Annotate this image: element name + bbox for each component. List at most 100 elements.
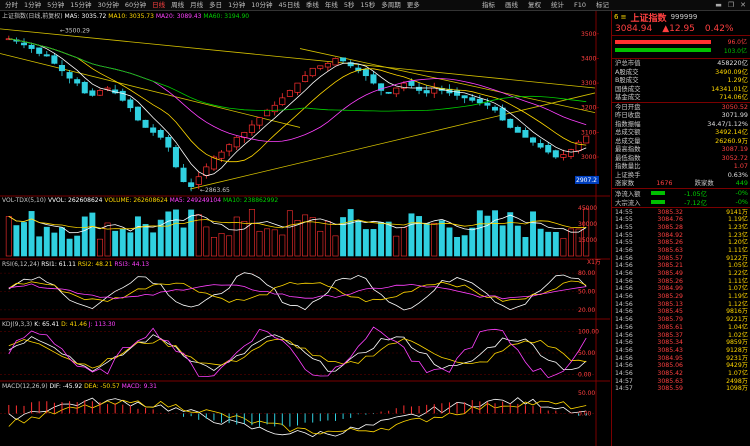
ma5-line [8,38,587,177]
ma-labels: MA5: 3035.72 MA10: 3035.73 MA20: 3089.43… [65,13,250,20]
menu-item[interactable]: F10 [569,0,591,10]
candle-body [461,95,468,99]
quote-panel: 6 ≡ 上证指数 999999 3084.94 ▲12.95 0.42% 96.… [611,11,750,446]
tick-price: 3085.43 [657,346,683,354]
period-tab[interactable]: 15秒 [357,0,378,10]
restore-icon[interactable]: ❐ [728,0,734,10]
menu-item[interactable]: 统计 [546,0,569,10]
period-tab[interactable]: 5秒 [341,0,358,10]
osc-axis-label: 50.00 [578,350,595,357]
volume-bar [127,232,134,257]
tick-volume: 1.19亿 [728,216,748,224]
candle-body [36,47,43,54]
candle-body [104,87,111,90]
volume-bar [13,225,20,257]
candle-body [423,90,430,94]
close-icon[interactable]: ✕ [740,0,746,10]
period-tab[interactable]: 多日 [206,0,225,10]
tick-time: 14:57 [615,385,633,393]
stat-label: 最高指数 [615,145,641,153]
period-tab[interactable]: 1分钟 [21,0,44,10]
period-tab[interactable]: 30分钟 [95,0,122,10]
period-tab[interactable]: 10分钟 [248,0,275,10]
tick-time: 14:56 [615,246,633,254]
volume-bar [347,209,354,257]
candle-body [484,102,491,106]
candle-body [530,137,537,143]
price-change: ▲12.95 [662,24,695,34]
menu-item[interactable]: 指标 [477,0,500,10]
tick-volume: 1.22亿 [728,270,748,277]
stat-value: 3490.09亿 [715,67,748,76]
menu-item[interactable]: 复权 [523,0,546,10]
period-tab[interactable]: 日线 [149,0,168,10]
tick-list[interactable]: 14:55 3085.32 9141万 14:55 3084.76 1.19亿 14:55 3… [612,209,750,394]
volume-bar [66,238,73,257]
candle-body [89,90,96,96]
kline-chart-canvas[interactable]: 3500340033003200310030002900←3500.29←286… [0,11,610,446]
menu-item[interactable]: 画线 [500,0,523,10]
volume-bar [226,235,233,257]
tick-volume: 9231万 [726,354,748,362]
tick-volume: 9816万 [726,308,748,316]
period-tab[interactable]: 1分钟 [225,0,248,10]
volume-bar [59,227,65,257]
menu-item[interactable]: 标记 [591,0,614,10]
decline-label: 跌家数 [694,179,714,187]
volume-bar [112,230,119,257]
period-tab[interactable]: 周线 [168,0,187,10]
volume-bar [302,214,309,257]
candle-body [552,150,559,158]
tick-time: 14:55 [615,239,633,247]
quote-price-row: 3084.94 ▲12.95 0.42% [612,23,750,36]
tick-volume: 1.23亿 [728,223,748,231]
volume-bar [522,237,529,257]
candle-body [294,82,301,93]
advance-count: 1676 [656,179,673,187]
kline-chart-area[interactable]: 3500340033003200310030002900←3500.29←286… [0,11,610,446]
minimize-icon[interactable]: ▬ [715,0,722,10]
tick-price: 3085.06 [657,362,683,370]
stock-code-icon[interactable]: 6 ≡ [614,13,627,21]
period-tab[interactable]: 年线 [322,0,341,10]
period-tab[interactable]: 多周期 [378,0,404,10]
stat-value: 3050.52 [721,102,748,111]
stat-row: B股成交 1.29亿 [612,76,750,85]
candle-body [499,107,506,121]
decline-count: 449 [735,179,748,187]
quote-title: 6 ≡ 上证指数 999999 [612,11,750,24]
ma60-line [8,38,587,112]
buy-ratio-bar [615,40,711,44]
period-tab[interactable]: 60分钟 [122,0,149,10]
volume-bar [438,220,445,257]
indicator-value: K: 65.41 [34,321,60,328]
stat-row: 最高指数 3087.19 [612,145,750,154]
period-tab[interactable]: 季线 [303,0,322,10]
candle-body [309,67,316,77]
stat-row: 昨日收盘 3071.99 [612,111,750,120]
tick-time: 14:56 [615,300,633,308]
period-tab[interactable]: 15分钟 [67,0,94,10]
period-tab[interactable]: 5分钟 [44,0,67,10]
volume-bar [150,232,157,257]
tick-row: 14:55 3085.26 1.20亿 [612,239,750,247]
period-tab[interactable]: 更多 [404,0,423,10]
period-tab[interactable]: 45日线 [276,0,303,10]
indicator-value: VVOL: 262608624 [47,197,103,204]
kdj-d-line [8,338,587,369]
fund-flow: 净流入额 -1.05亿 -0% 大宗流入 -7.12亿 -0% [612,189,750,207]
tick-time: 14:56 [615,362,633,370]
volume-bar [514,225,521,257]
stat-label: A股成交 [615,67,639,76]
flow-label: 净流入额 [615,189,641,198]
stat-row: 沪总市值 458220亿 [612,59,750,68]
vol-title: VOL-TDX(5,10) [2,197,47,204]
period-tab[interactable]: 分时 [2,0,21,10]
volume-bar [309,217,316,257]
tick-time: 14:55 [615,216,633,224]
tick-price: 3085.29 [657,293,683,301]
candle-body [74,79,81,84]
candle-body [431,87,438,94]
volume-bar [583,208,590,257]
period-tab[interactable]: 月线 [187,0,206,10]
